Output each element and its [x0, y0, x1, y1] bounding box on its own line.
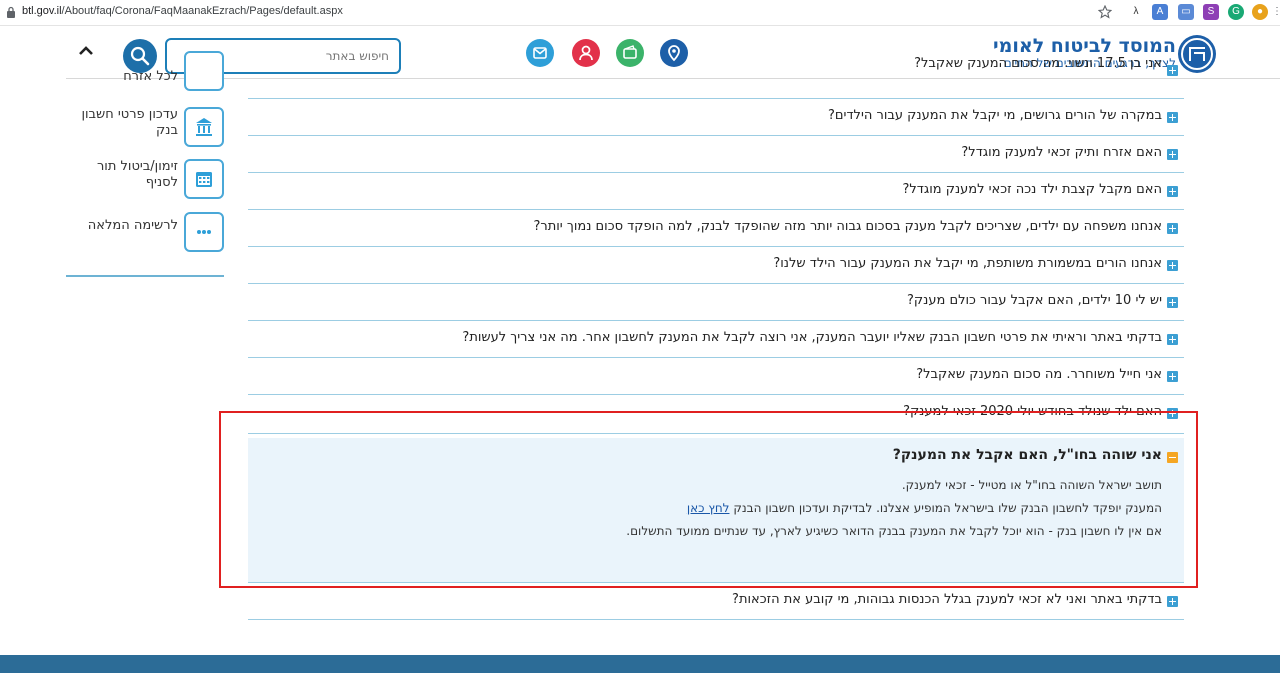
faq-item[interactable]: אני חייל משוחרר. מה סכום המענק שאקבל? [248, 358, 1184, 395]
faq-question[interactable]: יש לי 10 ילדים, האם אקבל עבור כולם מענק? [907, 293, 1162, 308]
expand-icon [1167, 186, 1178, 197]
faq-item[interactable]: אנחנו משפחה עם ילדים, שצריכים לקבל מענק … [248, 210, 1184, 247]
faq-item[interactable]: האם אזרח ותיק זכאי למענק מוגדל? [248, 136, 1184, 173]
expand-icon [1167, 371, 1178, 382]
faq-question[interactable]: בדקתי באתר וראיתי את פרטי חשבון הבנק שאל… [462, 330, 1162, 345]
sidebar-item-bank-update[interactable]: עדכון פרטי חשבון בנק [66, 106, 224, 150]
faq-item[interactable]: אני בן 17.5 ונשוי. מה סכום המענק שאקבל? [248, 56, 1184, 99]
bank-icon [184, 107, 224, 147]
expand-icon [1167, 149, 1178, 160]
faq-item[interactable]: האם מקבל קצבת ילד נכה זכאי למענק מוגדל? [248, 173, 1184, 210]
faq-question[interactable]: האם אזרח ותיק זכאי למענק מוגדל? [961, 145, 1162, 160]
extension-s-icon[interactable]: S [1203, 4, 1219, 20]
faq-item[interactable]: במקרה של הורים גרושים, מי יקבל את המענק … [248, 99, 1184, 136]
more-icon [184, 212, 224, 252]
sidebar-item-label: לכל אזרח [123, 69, 178, 84]
sidebar-item-full-list[interactable]: לרשימה המלאה [66, 212, 224, 252]
faq-item[interactable]: יש לי 10 ילדים, האם אקבל עבור כולם מענק? [248, 284, 1184, 321]
extension-translate-icon[interactable]: A [1152, 4, 1168, 20]
partial-icon [184, 51, 224, 91]
sidebar-item-citizen[interactable]: לכל אזרח [66, 51, 224, 91]
faq-question[interactable]: בדקתי באתר ואני לא זכאי למענק בגלל הכנסו… [732, 592, 1162, 607]
browser-menu-icon[interactable]: ⋮ [1272, 4, 1280, 20]
browser-address-bar[interactable]: btl.gov.il/About/faq/Corona/FaqMaanakEzr… [0, 0, 1280, 26]
site-title[interactable]: המוסד לביטוח לאומי [993, 35, 1176, 57]
expand-icon [1167, 112, 1178, 123]
expand-icon [1167, 596, 1178, 607]
faq-question[interactable]: אנחנו משפחה עם ילדים, שצריכים לקבל מענק … [533, 219, 1162, 234]
footer-band [0, 655, 1280, 673]
faq-question[interactable]: האם מקבל קצבת ילד נכה זכאי למענק מוגדל? [902, 182, 1162, 197]
faq-item[interactable]: אנחנו הורים במשמורת משותפת, מי יקבל את ה… [248, 247, 1184, 284]
extension-window-icon[interactable]: ▭ [1178, 4, 1194, 20]
chevron-up-icon[interactable] [76, 41, 96, 61]
lock-icon [7, 6, 15, 18]
sidebar-item-label: עדכון פרטי חשבון בנק [81, 107, 178, 138]
quick-links-sidebar: לכל אזרח עדכון פרטי חשבון בנק זימון/ביטו… [66, 51, 224, 277]
expand-icon [1167, 223, 1178, 234]
url-text[interactable]: btl.gov.il/About/faq/Corona/FaqMaanakEzr… [22, 5, 343, 17]
faq-item[interactable]: בדקתי באתר ואני לא זכאי למענק בגלל הכנסו… [248, 583, 1184, 620]
expand-icon [1167, 334, 1178, 345]
faq-question[interactable]: אני חייל משוחרר. מה סכום המענק שאקבל? [916, 367, 1162, 382]
highlight-box [219, 411, 1198, 588]
faq-question[interactable]: אני בן 17.5 ונשוי. מה סכום המענק שאקבל? [914, 56, 1162, 71]
faq-item[interactable]: בדקתי באתר וראיתי את פרטי חשבון הבנק שאל… [248, 321, 1184, 358]
expand-icon [1167, 297, 1178, 308]
expand-icon [1167, 260, 1178, 271]
faq-question[interactable]: אנחנו הורים במשמורת משותפת, מי יקבל את ה… [773, 256, 1162, 271]
expand-icon [1167, 65, 1178, 76]
calendar-icon [184, 159, 224, 199]
extension-lambda-icon[interactable]: λ [1128, 4, 1144, 20]
faq-question[interactable]: במקרה של הורים גרושים, מי יקבל את המענק … [828, 108, 1162, 123]
extension-cookie-icon[interactable]: ● [1252, 4, 1268, 20]
sidebar-item-branch-appointment[interactable]: זימון/ביטול תור לסניף [66, 159, 224, 203]
sidebar-item-label: לרשימה המלאה [87, 218, 178, 233]
extension-grammarly-icon[interactable]: G [1228, 4, 1244, 20]
sidebar-item-label: זימון/ביטול תור לסניף [96, 159, 178, 190]
star-icon[interactable] [1098, 5, 1112, 19]
